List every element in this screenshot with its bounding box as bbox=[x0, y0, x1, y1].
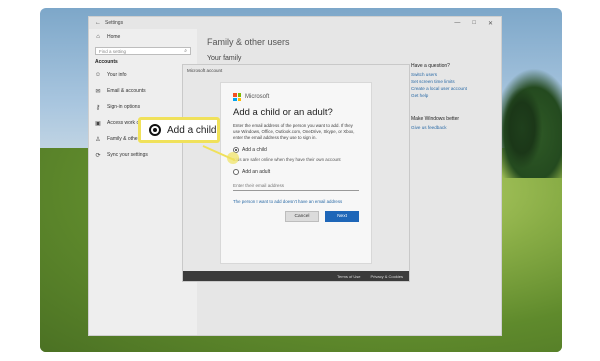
sidebar-item-label: Sign-in options bbox=[107, 104, 141, 110]
sidebar-item-label: Your info bbox=[107, 72, 127, 78]
dialog-instructions: Enter the email address of the person yo… bbox=[233, 123, 355, 140]
minimize-button[interactable]: — bbox=[454, 20, 460, 27]
mail-icon: ✉ bbox=[95, 88, 101, 95]
section-heading: Your family bbox=[207, 55, 242, 62]
settings-search-input[interactable]: Find a setting ⌕ bbox=[95, 47, 191, 55]
screenshot-stage: ← Settings — □ ✕ ⌂ Home Find a setting ⌕… bbox=[0, 0, 600, 361]
briefcase-icon: ▣ bbox=[95, 120, 101, 127]
question-heading: Have a question? bbox=[411, 63, 450, 69]
sidebar-section-accounts: Accounts bbox=[95, 59, 118, 65]
sidebar-item-label: Sync your settings bbox=[107, 152, 148, 158]
add-child-callout: Add a child bbox=[138, 117, 220, 143]
back-arrow-icon[interactable]: ← bbox=[95, 20, 105, 26]
microsoft-logo: Microsoft bbox=[233, 93, 359, 101]
email-field[interactable]: Enter their email address bbox=[233, 183, 359, 191]
feedback-link[interactable]: Give us feedback bbox=[411, 125, 499, 130]
sidebar-item-home[interactable]: ⌂ Home bbox=[89, 29, 197, 45]
child-note: Kids are safer online when they have the… bbox=[233, 157, 341, 162]
home-icon: ⌂ bbox=[96, 34, 100, 40]
page-title: Family & other users bbox=[207, 37, 290, 47]
search-placeholder: Find a setting bbox=[99, 48, 127, 54]
settings-main: Family & other users Your family bbox=[207, 37, 290, 62]
dialog-buttons: Cancel Next bbox=[233, 211, 359, 222]
sync-icon: ⟳ bbox=[95, 152, 101, 159]
privacy-link[interactable]: Privacy & Cookies bbox=[371, 274, 403, 279]
dialog-title: Add a child or an adult? bbox=[233, 107, 333, 118]
brand-name: Microsoft bbox=[245, 94, 270, 100]
sidebar-home-label: Home bbox=[107, 34, 121, 40]
callout-label: Add a child bbox=[167, 124, 217, 136]
sidebar-item-your-info[interactable]: ☺ Your info bbox=[89, 67, 197, 83]
sidebar-item-sync[interactable]: ⟳ Sync your settings bbox=[89, 147, 197, 163]
switch-users-link[interactable]: Switch users bbox=[411, 72, 499, 77]
terms-link[interactable]: Terms of Use bbox=[337, 274, 361, 279]
microsoft-logo-icon bbox=[233, 93, 241, 101]
add-person-dialog: Microsoft Add a child or an adult? Enter… bbox=[220, 82, 372, 264]
no-email-link[interactable]: The person I want to add doesn't have an… bbox=[233, 199, 359, 205]
landscape-trees-dark bbox=[502, 88, 542, 168]
radio-unselected-icon[interactable] bbox=[233, 169, 239, 175]
add-child-option[interactable]: Add a child bbox=[233, 147, 359, 153]
msa-footer: Terms of Use Privacy & Cookies bbox=[183, 271, 409, 281]
local-account-link[interactable]: Create a local user account bbox=[411, 86, 499, 91]
maximize-button[interactable]: □ bbox=[472, 20, 476, 27]
radio-selected-icon bbox=[149, 124, 161, 136]
family-icon: ♙ bbox=[95, 136, 101, 143]
sidebar-item-label: Email & accounts bbox=[107, 88, 146, 94]
add-child-label: Add a child bbox=[242, 147, 267, 153]
settings-titlebar: ← Settings — □ ✕ bbox=[89, 17, 501, 29]
sidebar-item-sign-in-options[interactable]: ⚷ Sign-in options bbox=[89, 99, 197, 115]
key-icon: ⚷ bbox=[95, 104, 101, 111]
msa-window-title: Microsoft account bbox=[187, 68, 223, 73]
window-controls: — □ ✕ bbox=[454, 20, 501, 27]
settings-title: Settings bbox=[105, 20, 124, 26]
person-icon: ☺ bbox=[94, 72, 102, 78]
get-help-link[interactable]: Get help bbox=[411, 93, 499, 98]
add-adult-label: Add an adult bbox=[242, 169, 271, 175]
add-adult-option[interactable]: Add an adult bbox=[233, 169, 359, 175]
improve-heading: Make Windows better bbox=[411, 116, 460, 122]
settings-sidebar: ⌂ Home Find a setting ⌕ Accounts ☺ Your … bbox=[89, 29, 197, 335]
cancel-button[interactable]: Cancel bbox=[285, 211, 319, 222]
close-button[interactable]: ✕ bbox=[488, 20, 493, 27]
next-button[interactable]: Next bbox=[325, 211, 359, 222]
search-icon: ⌕ bbox=[184, 48, 187, 54]
sidebar-item-email-accounts[interactable]: ✉ Email & accounts bbox=[89, 83, 197, 99]
screen-time-link[interactable]: Set screen time limits bbox=[411, 79, 499, 84]
help-column: Have a question? Switch users Set screen… bbox=[411, 63, 499, 132]
